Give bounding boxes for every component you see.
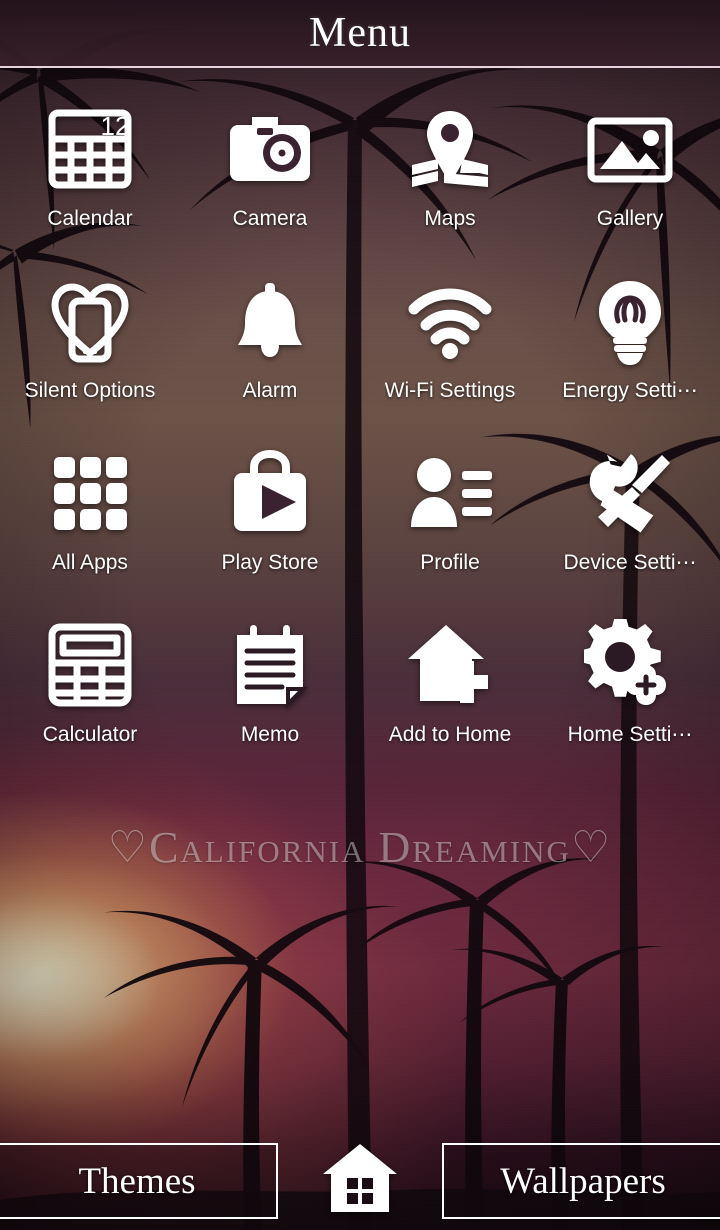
svg-text:12: 12 (101, 111, 130, 141)
person-list-icon (400, 443, 500, 543)
app-label: Memo (240, 723, 300, 746)
wrench-screwdriver-icon (580, 443, 680, 543)
app-maps[interactable]: Maps (360, 95, 540, 267)
app-label: Gallery (596, 207, 664, 230)
app-label: Alarm (242, 379, 298, 402)
page-title: Menu (309, 10, 411, 56)
house-plus-icon (400, 615, 500, 715)
app-wifi-settings[interactable]: Wi-Fi Settings (360, 267, 540, 439)
app-memo[interactable]: Memo (180, 611, 360, 783)
wallpapers-button-label: Wallpapers (500, 1160, 666, 1202)
app-label: Calculator (42, 723, 138, 746)
header-bar: Menu (0, 0, 720, 68)
app-add-to-home[interactable]: Add to Home (360, 611, 540, 783)
home-button[interactable] (300, 1135, 420, 1227)
app-label: Silent Options (24, 379, 156, 402)
app-label: Camera (232, 207, 308, 230)
app-all-apps[interactable]: All Apps (0, 439, 180, 611)
app-label: Maps (424, 207, 476, 230)
app-alarm[interactable]: Alarm (180, 267, 360, 439)
app-energy-settings[interactable]: Energy Setti⋯ (540, 267, 720, 439)
calendar-icon: 12 (40, 99, 140, 199)
app-label: Energy Setti⋯ (562, 379, 698, 402)
house-icon (321, 1142, 399, 1221)
themes-button-label: Themes (78, 1160, 196, 1202)
map-pin-icon (400, 99, 500, 199)
photo-icon (580, 99, 680, 199)
gear-plus-icon (580, 615, 680, 715)
app-label: Home Setti⋯ (567, 723, 693, 746)
app-silent-options[interactable]: Silent Options (0, 267, 180, 439)
app-profile[interactable]: Profile (360, 439, 540, 611)
grid-apps-icon (40, 443, 140, 543)
play-store-bag-icon (220, 443, 320, 543)
app-label: Add to Home (388, 723, 512, 746)
notepad-icon (220, 615, 320, 715)
app-gallery[interactable]: Gallery (540, 95, 720, 267)
app-calculator[interactable]: Calculator (0, 611, 180, 783)
app-calendar[interactable]: 12 Calendar (0, 95, 180, 267)
app-label: Profile (420, 551, 480, 574)
wifi-icon (400, 271, 500, 371)
app-play-store[interactable]: Play Store (180, 439, 360, 611)
app-label: Device Setti⋯ (563, 551, 697, 574)
app-grid: 12 Calendar Camera Maps Gallery Silent O… (0, 95, 720, 783)
camera-icon (220, 99, 320, 199)
themes-button[interactable]: Themes (0, 1143, 278, 1219)
calculator-icon (40, 615, 140, 715)
lightbulb-icon (580, 271, 680, 371)
bottom-bar: Themes Wallpapers (0, 1132, 720, 1230)
heart-phone-icon (40, 271, 140, 371)
bell-icon (220, 271, 320, 371)
app-home-settings[interactable]: Home Setti⋯ (540, 611, 720, 783)
launcher-screen: Menu 12 Calendar Camera Maps Gallery Sil… (0, 0, 720, 1230)
app-label: Wi-Fi Settings (384, 379, 516, 402)
app-label: Calendar (47, 207, 133, 230)
app-camera[interactable]: Camera (180, 95, 360, 267)
app-device-settings[interactable]: Device Setti⋯ (540, 439, 720, 611)
app-label: All Apps (52, 551, 128, 574)
app-label: Play Store (221, 551, 319, 574)
wallpapers-button[interactable]: Wallpapers (442, 1143, 720, 1219)
